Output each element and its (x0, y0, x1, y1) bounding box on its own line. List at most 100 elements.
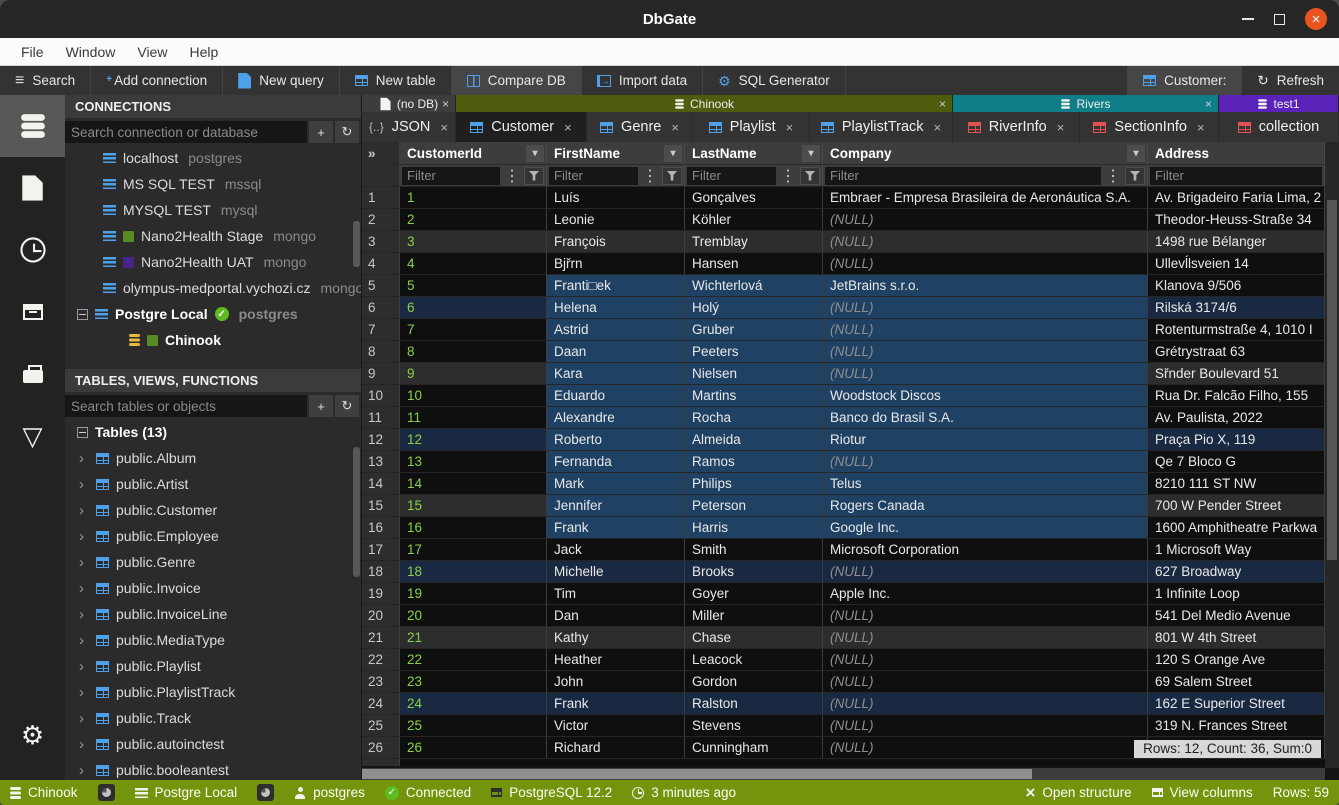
close-icon[interactable]: × (934, 120, 942, 135)
cell-FirstName[interactable]: Leonie (547, 209, 685, 230)
cell-Company[interactable]: Google Inc. (823, 517, 1148, 538)
menu-help[interactable]: Help (178, 38, 229, 65)
cell-FirstName[interactable]: Victor (547, 715, 685, 736)
cell-LastName[interactable]: Harris (685, 517, 823, 538)
status-connection[interactable]: Postgre Local (135, 785, 238, 800)
cell-Company[interactable]: JetBrains s.r.o. (823, 275, 1148, 296)
funnel-button[interactable] (524, 167, 544, 185)
cell-CustomerId[interactable]: 25 (400, 715, 547, 736)
cell-Address[interactable]: 120 S Orange Ave (1148, 649, 1325, 670)
cell-CustomerId[interactable]: 8 (400, 341, 547, 362)
cell-Company[interactable]: (NULL) (823, 363, 1148, 384)
cell-CustomerId[interactable]: 12 (400, 429, 547, 450)
cell-Company[interactable]: Woodstock Discos (823, 385, 1148, 406)
cell-FirstName[interactable]: Mark (547, 473, 685, 494)
new-table-button[interactable]: New table (340, 66, 452, 95)
tables-group[interactable]: Tables (13) (65, 419, 361, 445)
row-number[interactable]: 5 (362, 275, 400, 296)
cell-LastName[interactable]: Gruber (685, 319, 823, 340)
cell-Company[interactable]: (NULL) (823, 451, 1148, 472)
collapse-icon[interactable] (77, 427, 88, 438)
cell-FirstName[interactable]: Richard (547, 737, 685, 758)
cell-LastName[interactable]: Wichterlová (685, 275, 823, 296)
cell-CustomerId[interactable]: 7 (400, 319, 547, 340)
table-item[interactable]: ›public.Playlist (65, 653, 361, 679)
cell-Company[interactable]: (NULL) (823, 737, 1148, 758)
cell-LastName[interactable]: Chase (685, 627, 823, 648)
cell-Company[interactable]: (NULL) (823, 693, 1148, 714)
connection-item[interactable]: Postgre Local✓postgres (65, 301, 361, 327)
cell-Address[interactable]: 69 Salem Street (1148, 671, 1325, 692)
status-user[interactable]: postgres (294, 785, 365, 800)
cell-CustomerId[interactable]: 6 (400, 297, 547, 318)
table-item[interactable]: ›public.Invoice (65, 575, 361, 601)
cell-Address[interactable]: Rilská 3174/6 (1148, 297, 1325, 318)
cell-LastName[interactable]: Smith (685, 539, 823, 560)
tab-group-Rivers[interactable]: Rivers× (953, 95, 1219, 112)
cell-LastName[interactable]: Almeida (685, 429, 823, 450)
chevron-right-icon[interactable]: › (79, 632, 89, 649)
connections-search-input[interactable] (65, 121, 307, 143)
chevron-right-icon[interactable]: › (79, 606, 89, 623)
cell-Address[interactable]: 627 Broadway (1148, 561, 1325, 582)
cell-Company[interactable]: Apple Inc. (823, 583, 1148, 604)
connection-item[interactable]: MS SQL TESTmssql (65, 171, 361, 197)
cell-Company[interactable]: Embraer - Empresa Brasileira de Aeronáut… (823, 187, 1148, 208)
menu-view[interactable]: View (126, 38, 178, 65)
chevron-right-icon[interactable]: › (79, 736, 89, 753)
cell-CustomerId[interactable]: 23 (400, 671, 547, 692)
cell-LastName[interactable]: Brooks (685, 561, 823, 582)
row-number[interactable]: 26 (362, 737, 400, 758)
cell-Address[interactable]: 1 Microsoft Way (1148, 539, 1325, 560)
cell-FirstName[interactable]: Bjřrn (547, 253, 685, 274)
row-number[interactable]: 14 (362, 473, 400, 494)
refresh-connections-button[interactable]: ↻ (335, 121, 359, 143)
cell-LastName[interactable]: Leacock (685, 649, 823, 670)
tab-playlisttrack[interactable]: PlaylistTrack× (810, 112, 953, 142)
row-number[interactable]: 17 (362, 539, 400, 560)
cell-CustomerId[interactable]: 3 (400, 231, 547, 252)
grid-vertical-scrollbar[interactable] (1325, 142, 1339, 768)
status-connected[interactable]: ✓Connected (385, 785, 471, 800)
cell-Address[interactable]: Rua Dr. Falcão Filho, 155 (1148, 385, 1325, 406)
cell-FirstName[interactable]: Dan (547, 605, 685, 626)
cell-Address[interactable]: Av. Paulista, 2022 (1148, 407, 1325, 428)
filter-input-CustomerId[interactable] (402, 167, 500, 185)
cell-LastName[interactable]: Peterson (685, 495, 823, 516)
row-number[interactable]: 21 (362, 627, 400, 648)
cell-Company[interactable]: (NULL) (823, 627, 1148, 648)
tables-scrollbar[interactable] (353, 447, 360, 577)
dots-menu-button[interactable]: ⋮ (1103, 167, 1123, 185)
cell-FirstName[interactable]: Jennifer (547, 495, 685, 516)
column-header-Address[interactable]: Address (1148, 142, 1325, 164)
row-number[interactable]: 20 (362, 605, 400, 626)
customer-button[interactable]: Customer: (1127, 66, 1241, 95)
cell-LastName[interactable]: Philips (685, 473, 823, 494)
cell-Company[interactable]: (NULL) (823, 209, 1148, 230)
cell-LastName[interactable]: Nielsen (685, 363, 823, 384)
chevron-right-icon[interactable]: › (79, 502, 89, 519)
cell-LastName[interactable]: Goyer (685, 583, 823, 604)
cell-CustomerId[interactable]: 24 (400, 693, 547, 714)
funnel-button[interactable] (800, 167, 820, 185)
cell-LastName[interactable]: Peeters (685, 341, 823, 362)
row-number[interactable]: 16 (362, 517, 400, 538)
row-number[interactable]: 15 (362, 495, 400, 516)
cell-Address[interactable]: Praça Pio X, 119 (1148, 429, 1325, 450)
cell-CustomerId[interactable]: 21 (400, 627, 547, 648)
grid-horizontal-scrollbar[interactable] (362, 768, 1325, 780)
search-button[interactable]: ≡Search (0, 66, 91, 95)
cell-LastName[interactable]: Hansen (685, 253, 823, 274)
dots-menu-button[interactable]: ⋮ (778, 167, 798, 185)
cell-Address[interactable]: Av. Brigadeiro Faria Lima, 2 (1148, 187, 1325, 208)
nav-settings[interactable]: ⚙ (0, 704, 65, 766)
nav-plugins[interactable] (0, 343, 65, 405)
nav-connections[interactable] (0, 95, 65, 157)
cell-LastName[interactable]: Tremblay (685, 231, 823, 252)
refresh-button[interactable]: ↻Refresh (1241, 66, 1339, 95)
nav-filter[interactable]: ▽ (0, 405, 65, 467)
cell-Company[interactable]: Banco do Brasil S.A. (823, 407, 1148, 428)
cell-CustomerId[interactable]: 13 (400, 451, 547, 472)
cell-FirstName[interactable]: Kathy (547, 627, 685, 648)
row-number[interactable]: 8 (362, 341, 400, 362)
